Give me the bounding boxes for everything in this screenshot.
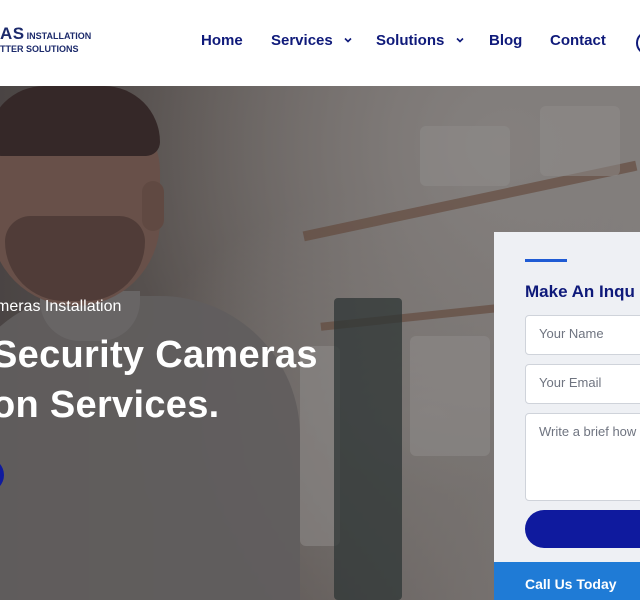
chevron-down-icon (455, 37, 464, 43)
logo-line-1: AS INSTALLATION (0, 24, 91, 44)
nav-item-home[interactable]: Home (201, 32, 243, 49)
hero-title: Security Cameras on Services. (0, 330, 318, 430)
nav-item-solutions[interactable]: Solutions (376, 32, 465, 49)
nav-item-label: Home (201, 32, 243, 49)
logo-brand-text: AS (0, 24, 25, 43)
chevron-down-icon (344, 37, 352, 43)
site-header: AS INSTALLATION TTER SOLUTIONS Home Servi… (0, 0, 640, 86)
inquiry-form-card: Make An Inqu Your Name Your Email Write … (494, 232, 640, 562)
name-input[interactable]: Your Name (525, 315, 640, 355)
logo-tagline: TTER SOLUTIONS (0, 44, 79, 54)
submit-button[interactable] (525, 510, 640, 548)
card-accent-line (525, 259, 567, 262)
nav-item-contact[interactable]: Contact (550, 32, 606, 49)
inquiry-title: Make An Inqu (525, 282, 635, 301)
hero-title-line-2: on Services. (0, 384, 220, 426)
circle-icon[interactable] (636, 31, 640, 55)
nav-item-label: Contact (550, 32, 606, 49)
email-input[interactable]: Your Email (525, 364, 640, 404)
logo-installation-text: INSTALLATION (26, 31, 92, 41)
call-us-text: Call Us Today (525, 576, 617, 592)
hero-subtitle: meras Installation (0, 298, 122, 315)
nav-item-blog[interactable]: Blog (489, 32, 522, 49)
nav-item-label: Solutions (376, 32, 445, 49)
nav-item-label: Blog (489, 32, 523, 49)
hero-title-line-1: Security Cameras (0, 334, 318, 376)
message-textarea[interactable]: Write a brief how (525, 413, 640, 501)
nav-item-services[interactable]: Services (271, 32, 353, 49)
call-us-bar[interactable]: Call Us Today (494, 562, 640, 600)
hero-section: meras Installation Security Cameras on S… (0, 86, 640, 600)
nav-item-label: Services (271, 32, 333, 49)
